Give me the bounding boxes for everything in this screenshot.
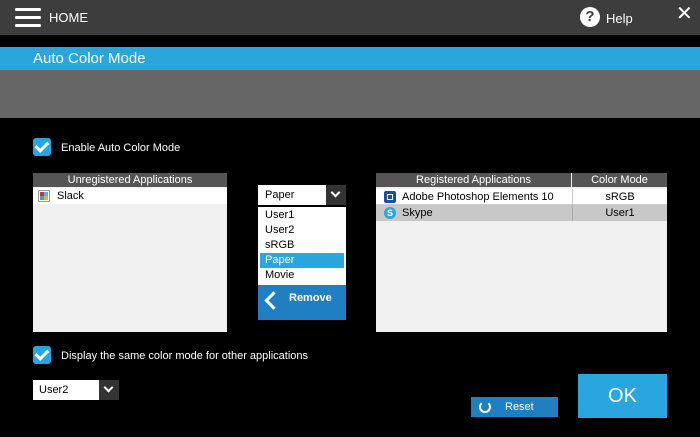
other-apps-mode-value: User2 bbox=[39, 384, 69, 396]
title-bar: Auto Color Mode bbox=[0, 47, 700, 70]
app-mode: sRGB bbox=[572, 189, 667, 205]
app-name: Slack bbox=[57, 190, 84, 202]
color-mode-value: Paper bbox=[265, 189, 295, 201]
app-name: Adobe Photoshop Elements 10 bbox=[402, 191, 554, 203]
mode-option-srgb[interactable]: sRGB bbox=[260, 238, 344, 253]
list-item[interactable]: Slack bbox=[33, 188, 227, 204]
home-link[interactable]: HOME bbox=[49, 10, 88, 25]
mode-option-movie[interactable]: Movie bbox=[260, 268, 344, 283]
skype-icon: S bbox=[384, 207, 396, 219]
remove-label: Remove bbox=[289, 292, 332, 304]
color-mode-list[interactable]: User1 User2 sRGB Paper Movie bbox=[258, 207, 346, 285]
ok-button[interactable]: OK bbox=[578, 374, 667, 418]
unregistered-apps-panel[interactable]: Unregistered Applications Slack bbox=[33, 173, 227, 332]
photoshop-elements-icon bbox=[384, 191, 396, 203]
menu-icon[interactable] bbox=[15, 8, 41, 27]
same-color-mode-label: Display the same color mode for other ap… bbox=[61, 350, 309, 362]
same-color-mode-checkbox[interactable] bbox=[33, 346, 51, 364]
refresh-icon bbox=[479, 401, 491, 413]
app-name: Skype bbox=[402, 207, 433, 219]
help-link[interactable]: Help bbox=[606, 11, 633, 26]
app-mode: User1 bbox=[572, 205, 667, 221]
header-spacer bbox=[0, 35, 700, 47]
unregistered-apps-header: Unregistered Applications bbox=[33, 173, 227, 188]
mode-option-user1[interactable]: User1 bbox=[260, 208, 344, 223]
enable-auto-color-checkbox[interactable] bbox=[33, 138, 51, 156]
slack-icon bbox=[38, 190, 50, 202]
header-band bbox=[0, 70, 700, 118]
color-mode-dropdown[interactable]: Paper bbox=[258, 185, 346, 205]
enable-auto-color-label: Enable Auto Color Mode bbox=[61, 142, 181, 154]
mode-option-user2[interactable]: User2 bbox=[260, 223, 344, 238]
chevron-left-icon bbox=[264, 291, 283, 310]
chevron-down-icon[interactable] bbox=[99, 380, 119, 400]
mode-option-paper[interactable]: Paper bbox=[260, 253, 344, 268]
page-title: Auto Color Mode bbox=[33, 50, 146, 67]
registered-apps-panel[interactable]: Registered Applications Color Mode Adobe… bbox=[376, 173, 667, 332]
registered-apps-header-row: Registered Applications Color Mode bbox=[376, 173, 667, 189]
table-row[interactable]: Adobe Photoshop Elements 10 sRGB bbox=[376, 189, 667, 205]
color-mode-header: Color Mode bbox=[572, 173, 667, 188]
registered-apps-header: Registered Applications bbox=[376, 173, 571, 188]
top-bar: HOME ? Help ✕ bbox=[0, 0, 700, 35]
remove-button[interactable]: Remove bbox=[258, 285, 346, 320]
help-icon[interactable]: ? bbox=[580, 7, 600, 27]
other-apps-mode-dropdown[interactable]: User2 bbox=[33, 380, 119, 400]
chevron-down-icon[interactable] bbox=[326, 185, 346, 205]
reset-button[interactable]: Reset bbox=[471, 397, 558, 417]
table-row[interactable]: S Skype User1 bbox=[376, 205, 667, 221]
reset-label: Reset bbox=[505, 401, 534, 413]
close-icon[interactable]: ✕ bbox=[676, 4, 693, 24]
